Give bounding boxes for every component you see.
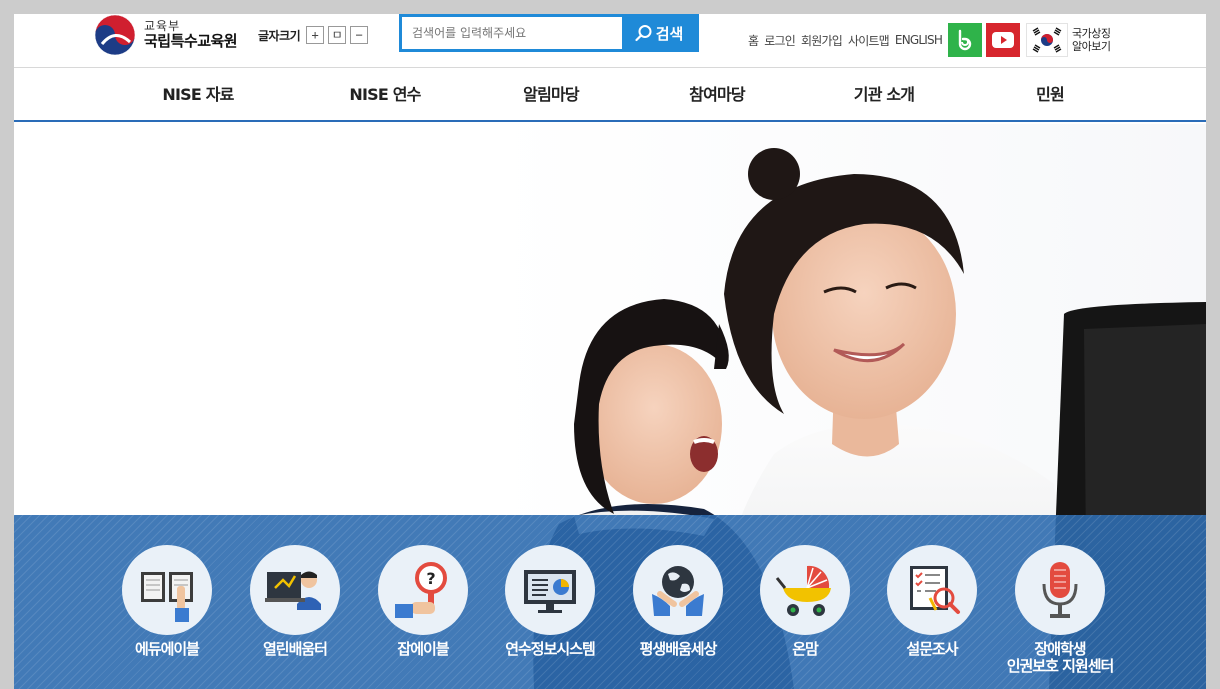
quick-link-onmam[interactable]: 온맘 [745,545,865,658]
site-logo[interactable]: 교육부 국립특수교육원 [94,14,238,56]
search-button[interactable]: 검색 [622,17,696,49]
search-box: 검색 [399,14,699,52]
font-reset-button[interactable]: ㅁ [328,26,347,44]
quick-link-eduable[interactable]: 에듀에이블 [107,545,227,658]
top-bar: 교육부 국립특수교육원 글자크기 + ㅁ − 검색 홈 로그인 회원가입 [14,14,1206,68]
quick-link-open-learning[interactable]: 열린배움터 [235,545,355,658]
util-link-home[interactable]: 홈 [748,32,759,49]
font-decrease-button[interactable]: − [350,26,369,44]
quick-link-human-rights-center[interactable]: 장애학생 인권보호 지원센터 [990,545,1130,675]
question-magnifier-icon: ? [395,562,447,618]
quick-link-lifelong-learning[interactable]: 평생배움세상 [618,545,738,658]
quick-link-label: 온맘 [792,640,819,658]
nav-item-participation[interactable]: 참여마당 [689,69,745,120]
national-symbol-line2: 알아보기 [1072,40,1111,53]
quick-link-jobable[interactable]: ? 잡에이블 [363,545,483,658]
nav-item-civil-service[interactable]: 민원 [1036,69,1065,120]
quick-link-label: 에듀에이블 [134,640,200,658]
national-symbol-link[interactable]: 국가상징 알아보기 [1026,23,1111,57]
national-symbol-line1: 국가상징 [1072,27,1111,40]
youtube-button[interactable] [986,23,1021,57]
svg-text:?: ? [426,569,435,588]
taegeuk-logo-icon [94,14,136,56]
youtube-icon [992,32,1015,48]
quick-links-bar: 에듀에이블 열린배움터 ? 잡에이블 연수정보시스템 평생배움세상 온맘 설문조… [14,515,1206,689]
util-link-login[interactable]: 로그인 [764,32,796,49]
quick-link-label: 장애학생 인권보호 지원센터 [1006,640,1115,675]
checklist-search-icon [910,566,960,614]
nav-item-notices[interactable]: 알림마당 [523,69,579,120]
monitor-chart-icon [524,570,576,613]
utility-menu: 홈 로그인 회원가입 사이트맵 ENGLISH 국가상징 알아보기 [748,23,1111,57]
util-link-english[interactable]: ENGLISH [895,33,943,47]
band-icon [958,29,972,51]
search-input[interactable] [402,17,622,49]
korean-flag-icon [1026,23,1069,57]
book-touch-icon [141,572,193,622]
util-link-sitemap[interactable]: 사이트맵 [848,32,890,49]
nav-item-about[interactable]: 기관 소개 [854,69,915,120]
globe-hands-icon [652,566,704,616]
logo-ministry-text: 교육부 [144,18,181,33]
stroller-icon [775,565,831,616]
nav-item-nise-data[interactable]: NISE 자료 [162,69,234,120]
quick-link-label: 연수정보시스템 [505,640,596,658]
quick-link-label: 잡에이블 [397,640,449,658]
quick-link-label: 평생배움세상 [639,640,718,658]
util-link-signup[interactable]: 회원가입 [801,32,843,49]
microphone-icon [1042,562,1078,618]
font-increase-button[interactable]: + [306,26,325,44]
search-button-label: 검색 [655,24,684,43]
quick-link-training-system[interactable]: 연수정보시스템 [490,545,610,658]
logo-institute-text: 국립특수교육원 [144,32,238,51]
quick-link-label: 설문조사 [906,640,958,658]
quick-link-survey[interactable]: 설문조사 [872,545,992,658]
font-size-label: 글자크기 [258,28,301,43]
band-button[interactable] [948,23,983,57]
page: 교육부 국립특수교육원 글자크기 + ㅁ − 검색 홈 로그인 회원가입 [14,14,1206,689]
font-size-control: 글자크기 + ㅁ − [258,26,372,44]
nav-item-nise-training[interactable]: NISE 연수 [349,69,421,120]
search-icon [635,25,652,42]
main-nav: NISE 자료 NISE 연수 알림마당 참여마당 기관 소개 민원 [14,69,1206,122]
quick-link-label: 열린배움터 [262,640,328,658]
teacher-board-icon [265,571,321,610]
